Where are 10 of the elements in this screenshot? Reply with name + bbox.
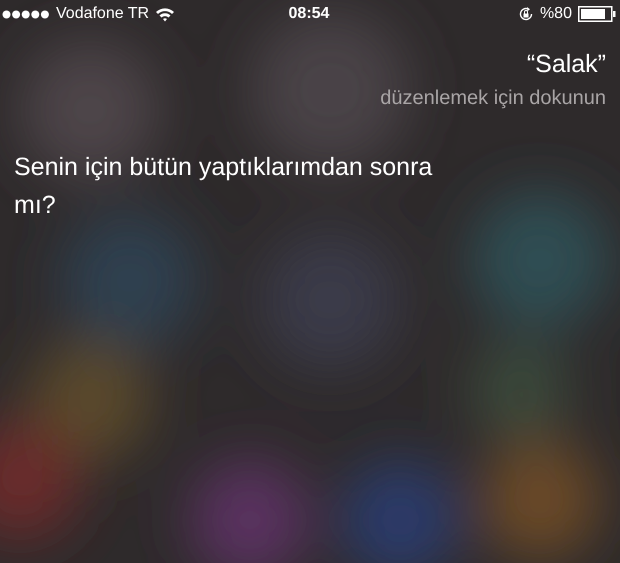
siri-response: Senin için bütün yaptıklarımdan sonra mı?	[14, 152, 434, 221]
signal-icon	[2, 10, 50, 18]
battery-icon	[578, 6, 616, 22]
wifi-icon	[155, 6, 176, 22]
spoken-query[interactable]: “Salak”	[526, 50, 606, 79]
clock-time: 08:54	[288, 5, 330, 23]
battery-percentage: %80	[540, 5, 572, 23]
rotation-lock-icon	[518, 6, 534, 22]
carrier-name: Vodafone TR	[56, 5, 150, 23]
edit-hint[interactable]: düzenlemek için dokunun	[380, 87, 606, 110]
